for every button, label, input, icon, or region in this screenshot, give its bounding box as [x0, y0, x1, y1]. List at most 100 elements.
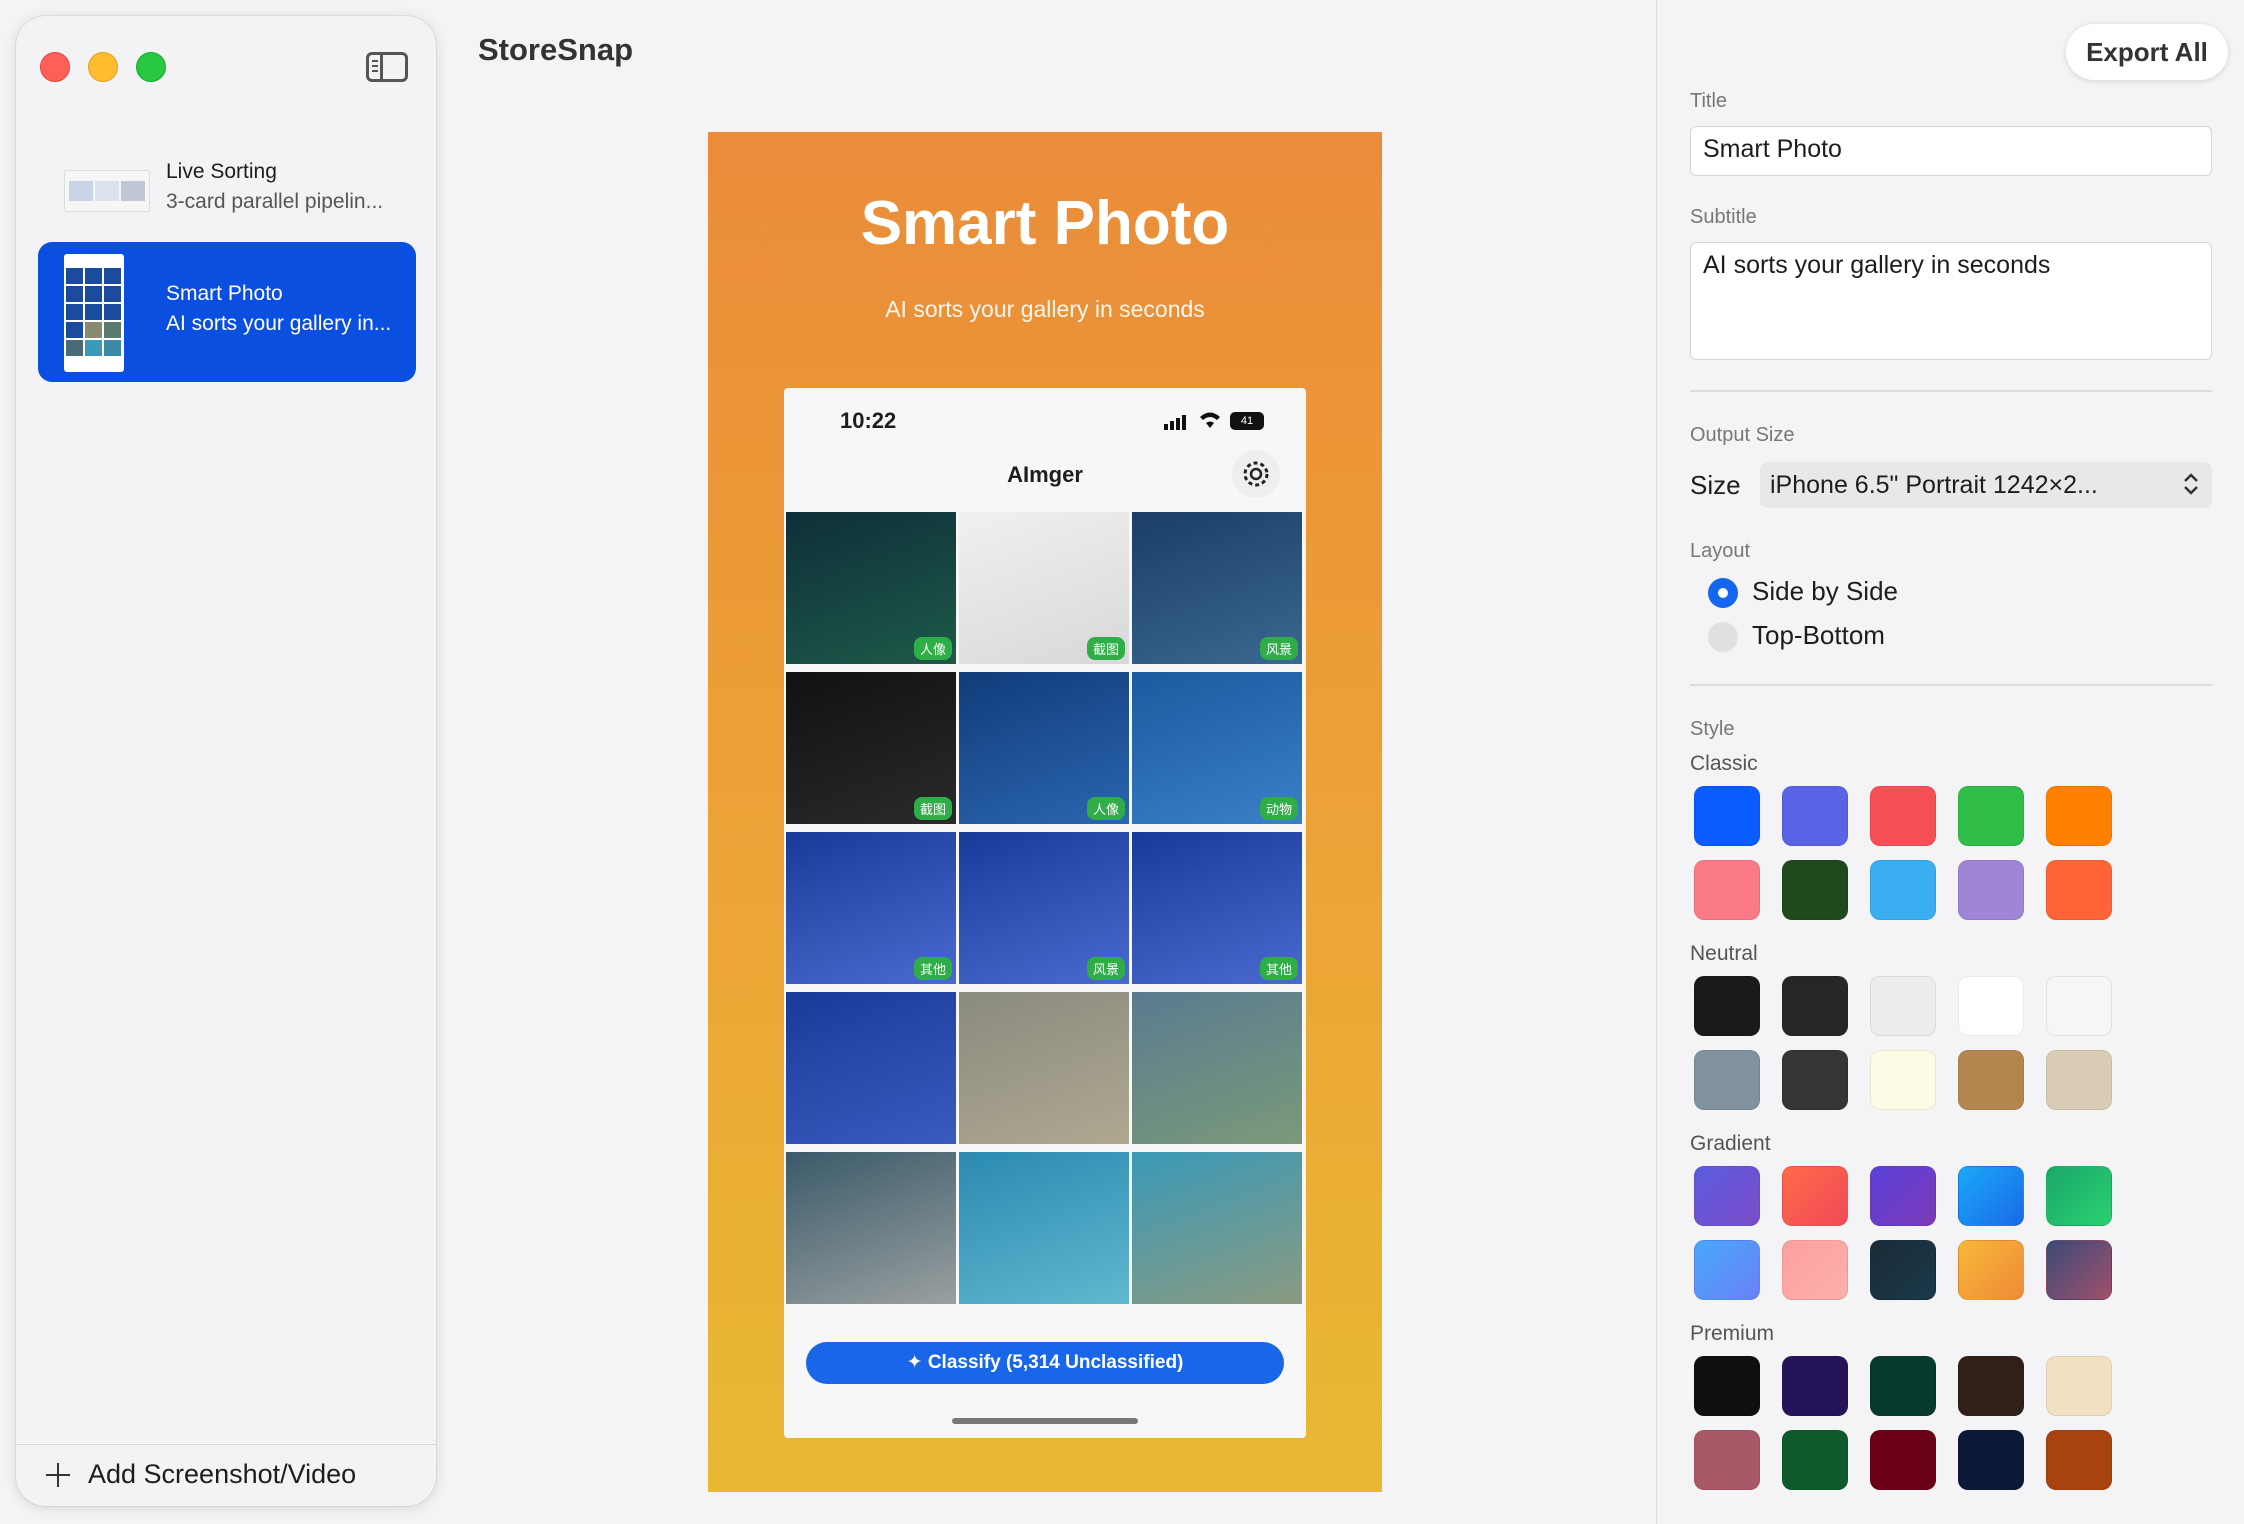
- app-nav-title: AImger: [1007, 462, 1083, 487]
- category-tag: 风景: [1259, 637, 1298, 660]
- style-label: Style: [1690, 718, 1735, 740]
- photo-tile[interactable]: [959, 1152, 1129, 1304]
- category-tag: 人像: [913, 637, 952, 660]
- color-swatch[interactable]: [2046, 1166, 2112, 1226]
- photo-tile[interactable]: [1132, 1152, 1302, 1304]
- sidebar-item-title: Live Sorting: [166, 160, 277, 183]
- color-swatch[interactable]: [1782, 1430, 1848, 1490]
- color-swatch[interactable]: [1782, 1356, 1848, 1416]
- export-all-button[interactable]: Export All: [2066, 24, 2228, 80]
- color-swatch[interactable]: [1958, 1430, 2024, 1490]
- color-swatch[interactable]: [2046, 860, 2112, 920]
- photo-tile[interactable]: 其他: [786, 832, 956, 984]
- layout-label: Layout: [1690, 540, 1751, 562]
- color-swatch[interactable]: [2046, 976, 2112, 1036]
- color-swatch[interactable]: [1694, 1356, 1760, 1416]
- preview-subtitle: AI sorts your gallery in seconds: [885, 296, 1205, 322]
- category-tag: 其他: [1259, 957, 1298, 980]
- category-tag: 截图: [1086, 637, 1125, 660]
- subtitle-label: Subtitle: [1690, 206, 1757, 228]
- sidebar-item-live-sorting[interactable]: Live Sorting 3-card parallel pipelin...: [38, 120, 416, 260]
- color-swatch[interactable]: [1958, 1050, 2024, 1110]
- photo-tile[interactable]: [786, 992, 956, 1144]
- swatch-group-label: Neutral: [1690, 942, 1758, 965]
- color-swatch[interactable]: [2046, 1356, 2112, 1416]
- app-title: StoreSnap: [478, 32, 634, 67]
- size-select[interactable]: iPhone 6.5" Portrait 1242×2...: [1760, 462, 2212, 508]
- color-swatch[interactable]: [1870, 1166, 1936, 1226]
- color-swatch[interactable]: [1958, 860, 2024, 920]
- zoom-window-button[interactable]: [136, 52, 166, 82]
- color-swatch[interactable]: [1958, 976, 2024, 1036]
- color-swatch[interactable]: [1782, 1240, 1848, 1300]
- color-swatch[interactable]: [2046, 1240, 2112, 1300]
- title-field[interactable]: Smart Photo: [1690, 126, 2212, 176]
- divider: [1690, 684, 2212, 686]
- color-swatch[interactable]: [1958, 786, 2024, 846]
- swatch-group-label: Gradient: [1690, 1132, 1771, 1155]
- app-window: Live Sorting 3-card parallel pipelin... …: [0, 0, 2244, 1524]
- color-swatch[interactable]: [1870, 860, 1936, 920]
- color-swatch[interactable]: [1694, 786, 1760, 846]
- radio-label-side-by-side: Side by Side: [1752, 576, 1898, 606]
- color-swatch[interactable]: [1958, 1240, 2024, 1300]
- color-swatch[interactable]: [1870, 1050, 1936, 1110]
- category-tag: 风景: [1086, 957, 1125, 980]
- photo-tile[interactable]: 人像: [959, 672, 1129, 824]
- radio-label-top-bottom: Top-Bottom: [1752, 620, 1885, 650]
- color-swatch[interactable]: [1870, 1240, 1936, 1300]
- swatch-group-label: Classic: [1690, 752, 1758, 775]
- color-swatch[interactable]: [1694, 1240, 1760, 1300]
- color-swatch[interactable]: [1958, 1166, 2024, 1226]
- color-swatch[interactable]: [1694, 1430, 1760, 1490]
- color-swatch[interactable]: [1782, 786, 1848, 846]
- wifi-icon: [1198, 410, 1222, 430]
- photo-tile[interactable]: 风景: [1132, 512, 1302, 664]
- add-screenshot-button[interactable]: Add Screenshot/Video: [16, 1444, 436, 1506]
- color-swatch[interactable]: [1782, 1166, 1848, 1226]
- photo-tile[interactable]: 动物: [1132, 672, 1302, 824]
- status-time: 10:22: [840, 408, 897, 433]
- preview-title: Smart Photo: [860, 189, 1230, 258]
- color-swatch[interactable]: [1694, 860, 1760, 920]
- photo-tile[interactable]: [786, 1152, 956, 1304]
- color-swatch[interactable]: [1870, 976, 1936, 1036]
- size-select-value: iPhone 6.5" Portrait 1242×2...: [1770, 471, 2098, 499]
- screenshot-thumbnail: [64, 170, 150, 212]
- category-tag: 人像: [1086, 797, 1125, 820]
- photo-tile[interactable]: 人像: [786, 512, 956, 664]
- color-swatch[interactable]: [2046, 786, 2112, 846]
- color-swatch[interactable]: [1782, 860, 1848, 920]
- color-swatch[interactable]: [1694, 1050, 1760, 1110]
- radio-top-bottom[interactable]: [1708, 622, 1738, 652]
- photo-tile[interactable]: [1132, 992, 1302, 1144]
- sidebar-item-smart-photo[interactable]: Smart Photo AI sorts your gallery in...: [38, 242, 416, 382]
- photo-tile[interactable]: [959, 992, 1129, 1144]
- color-swatch[interactable]: [1782, 976, 1848, 1036]
- close-window-button[interactable]: [40, 52, 70, 82]
- radio-side-by-side[interactable]: [1708, 578, 1738, 608]
- color-swatch[interactable]: [1694, 976, 1760, 1036]
- color-swatch[interactable]: [1870, 1430, 1936, 1490]
- classify-button[interactable]: ✦ Classify (5,314 Unclassified): [806, 1342, 1284, 1384]
- color-swatch[interactable]: [2046, 1050, 2112, 1110]
- photo-tile[interactable]: 风景: [959, 832, 1129, 984]
- photo-tile[interactable]: 其他: [1132, 832, 1302, 984]
- screenshot-preview-canvas: Smart Photo AI sorts your gallery in sec…: [708, 132, 1382, 1492]
- gear-icon[interactable]: [1232, 450, 1280, 498]
- photo-tile[interactable]: 截图: [959, 512, 1129, 664]
- size-label: Size: [1690, 470, 1741, 500]
- output-size-label: Output Size: [1690, 424, 1795, 446]
- color-swatch[interactable]: [1870, 786, 1936, 846]
- sidebar-toggle-icon[interactable]: [366, 52, 408, 82]
- color-swatch[interactable]: [1870, 1356, 1936, 1416]
- color-swatch[interactable]: [2046, 1430, 2112, 1490]
- photo-tile[interactable]: 截图: [786, 672, 956, 824]
- color-swatch[interactable]: [1694, 1166, 1760, 1226]
- sidebar: Live Sorting 3-card parallel pipelin... …: [16, 16, 436, 1506]
- cellular-signal-icon: [1164, 414, 1190, 430]
- subtitle-field[interactable]: AI sorts your gallery in seconds: [1690, 242, 2212, 360]
- minimize-window-button[interactable]: [88, 52, 118, 82]
- color-swatch[interactable]: [1958, 1356, 2024, 1416]
- color-swatch[interactable]: [1782, 1050, 1848, 1110]
